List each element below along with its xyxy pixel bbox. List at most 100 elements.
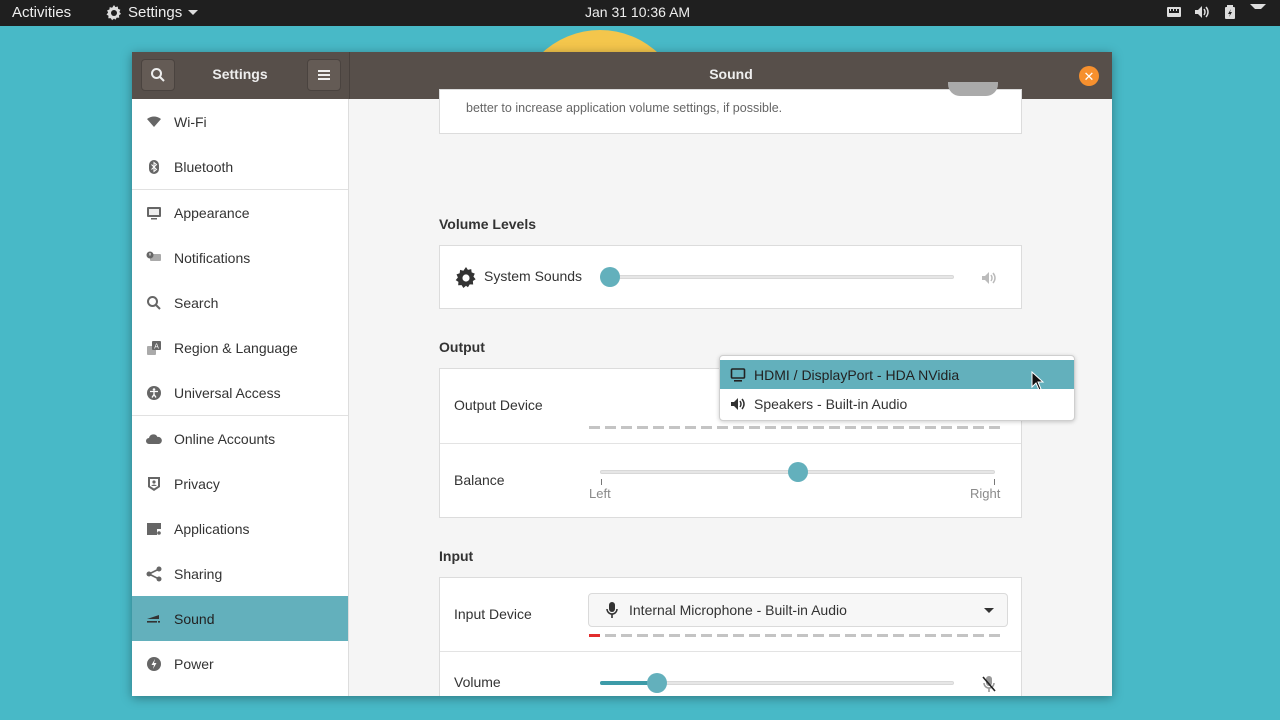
level-segment [813,426,824,429]
system-sounds-slider[interactable] [600,275,954,279]
sidebar-item-universal-access[interactable]: Universal Access [132,370,348,415]
sidebar-item-label: Bluetooth [174,158,234,175]
level-segment [813,634,824,637]
privacy-icon [146,476,162,492]
clock[interactable]: Jan 31 10:36 AM [585,4,690,20]
sidebar-item-label: Online Accounts [174,430,276,447]
chevron-down-icon [188,10,199,15]
speaker-icon [731,397,745,410]
sidebar-item-privacy[interactable]: Privacy [132,461,348,506]
level-segment [957,426,968,429]
level-segment [829,634,840,637]
share-icon [146,566,162,582]
search-button[interactable] [141,59,175,91]
level-segment [765,634,776,637]
applications-icon [146,521,162,537]
level-segment [797,634,808,637]
input-device-selected: Internal Microphone - Built-in Audio [629,602,847,618]
network-wired-icon [1166,4,1182,20]
mouse-cursor-icon [1031,371,1045,391]
balance-right-label: Right [970,486,1001,501]
output-device-label: Output Device [454,397,543,413]
search-icon [151,68,165,82]
level-segment [605,426,616,429]
sidebar-item-sharing[interactable]: Sharing [132,551,348,596]
level-segment [621,634,632,637]
overamplification-note: better to increase application volume se… [466,101,783,115]
balance-slider-knob[interactable] [787,462,808,482]
level-segment [637,634,648,637]
microphone-muted-icon[interactable] [981,675,997,693]
sidebar-item-appearance[interactable]: Appearance [132,190,348,235]
output-device-option-hdmi[interactable]: HDMI / DisplayPort - HDA NVidia [720,360,1074,389]
settings-window: Settings Sound ✕ Wi-Fi Bluetooth Appeara… [132,52,1112,696]
sidebar-item-label: Notifications [174,249,251,266]
row-divider [440,443,1021,444]
sidebar-item-power[interactable]: Power [132,641,348,686]
level-segment [925,426,936,429]
sidebar-item-label: Sharing [174,565,223,582]
system-tray[interactable] [1166,4,1266,20]
level-segment [877,426,888,429]
close-button[interactable]: ✕ [1079,66,1099,86]
sidebar-title: Settings [212,66,268,82]
battery-charging-icon [1222,4,1238,20]
volume-label: Volume [454,674,501,690]
level-segment [765,426,776,429]
cloud-icon [146,431,162,447]
speaker-icon [982,272,996,284]
sidebar-item-region-language[interactable]: A Region & Language [132,325,348,370]
gear-icon [455,267,476,289]
level-segment [941,426,952,429]
level-segment [685,426,696,429]
universal-access-icon [146,385,162,401]
level-segment [717,634,728,637]
overamplification-switch[interactable] [948,82,998,96]
level-segment [893,426,904,429]
microphone-icon [606,602,618,618]
hamburger-menu-icon [318,70,330,80]
system-sounds-slider-knob[interactable] [600,267,620,287]
wifi-icon [146,114,162,130]
activities-button[interactable]: Activities [12,4,71,21]
output-device-popover: HDMI / DisplayPort - HDA NVidia Speakers… [719,355,1075,421]
level-segment [749,634,760,637]
close-icon: ✕ [1083,68,1095,84]
app-menu-label: Settings [128,4,183,21]
level-segment [845,634,856,637]
level-segment [621,426,632,429]
sidebar-item-label: Universal Access [174,384,281,401]
level-segment [589,634,600,637]
level-segment [877,634,888,637]
sidebar-item-label: Sound [174,610,215,627]
sidebar-item-wifi[interactable]: Wi-Fi [132,99,348,144]
sidebar-item-bluetooth[interactable]: Bluetooth [132,144,348,189]
output-title: Output [439,339,485,355]
output-level-meter [589,426,1000,429]
level-segment [957,634,968,637]
sidebar-item-applications[interactable]: Applications [132,506,348,551]
level-segment [893,634,904,637]
level-segment [973,634,984,637]
region-language-icon: A [146,340,162,356]
sidebar-item-label: Appearance [174,204,250,221]
app-menu[interactable]: Settings [106,4,199,21]
level-segment [845,426,856,429]
sidebar-item-sound[interactable]: Sound [132,596,348,641]
level-segment [861,634,872,637]
row-divider [440,651,1021,652]
main-menu-button[interactable] [307,59,341,91]
input-frame: Input Device Internal Microphone - Built… [439,577,1022,696]
volume-levels-frame: System Sounds [439,245,1022,309]
sidebar-item-search[interactable]: Search [132,280,348,325]
sidebar-item-notifications[interactable]: Notifications [132,235,348,280]
level-segment [909,634,920,637]
sidebar-item-online-accounts[interactable]: Online Accounts [132,416,348,461]
output-device-option-speakers[interactable]: Speakers - Built-in Audio [720,389,1074,418]
input-device-combo[interactable]: Internal Microphone - Built-in Audio [588,593,1008,627]
level-segment [701,634,712,637]
level-segment [733,634,744,637]
bluetooth-icon [146,159,162,175]
input-volume-slider-knob[interactable] [646,673,667,693]
level-segment [829,426,840,429]
